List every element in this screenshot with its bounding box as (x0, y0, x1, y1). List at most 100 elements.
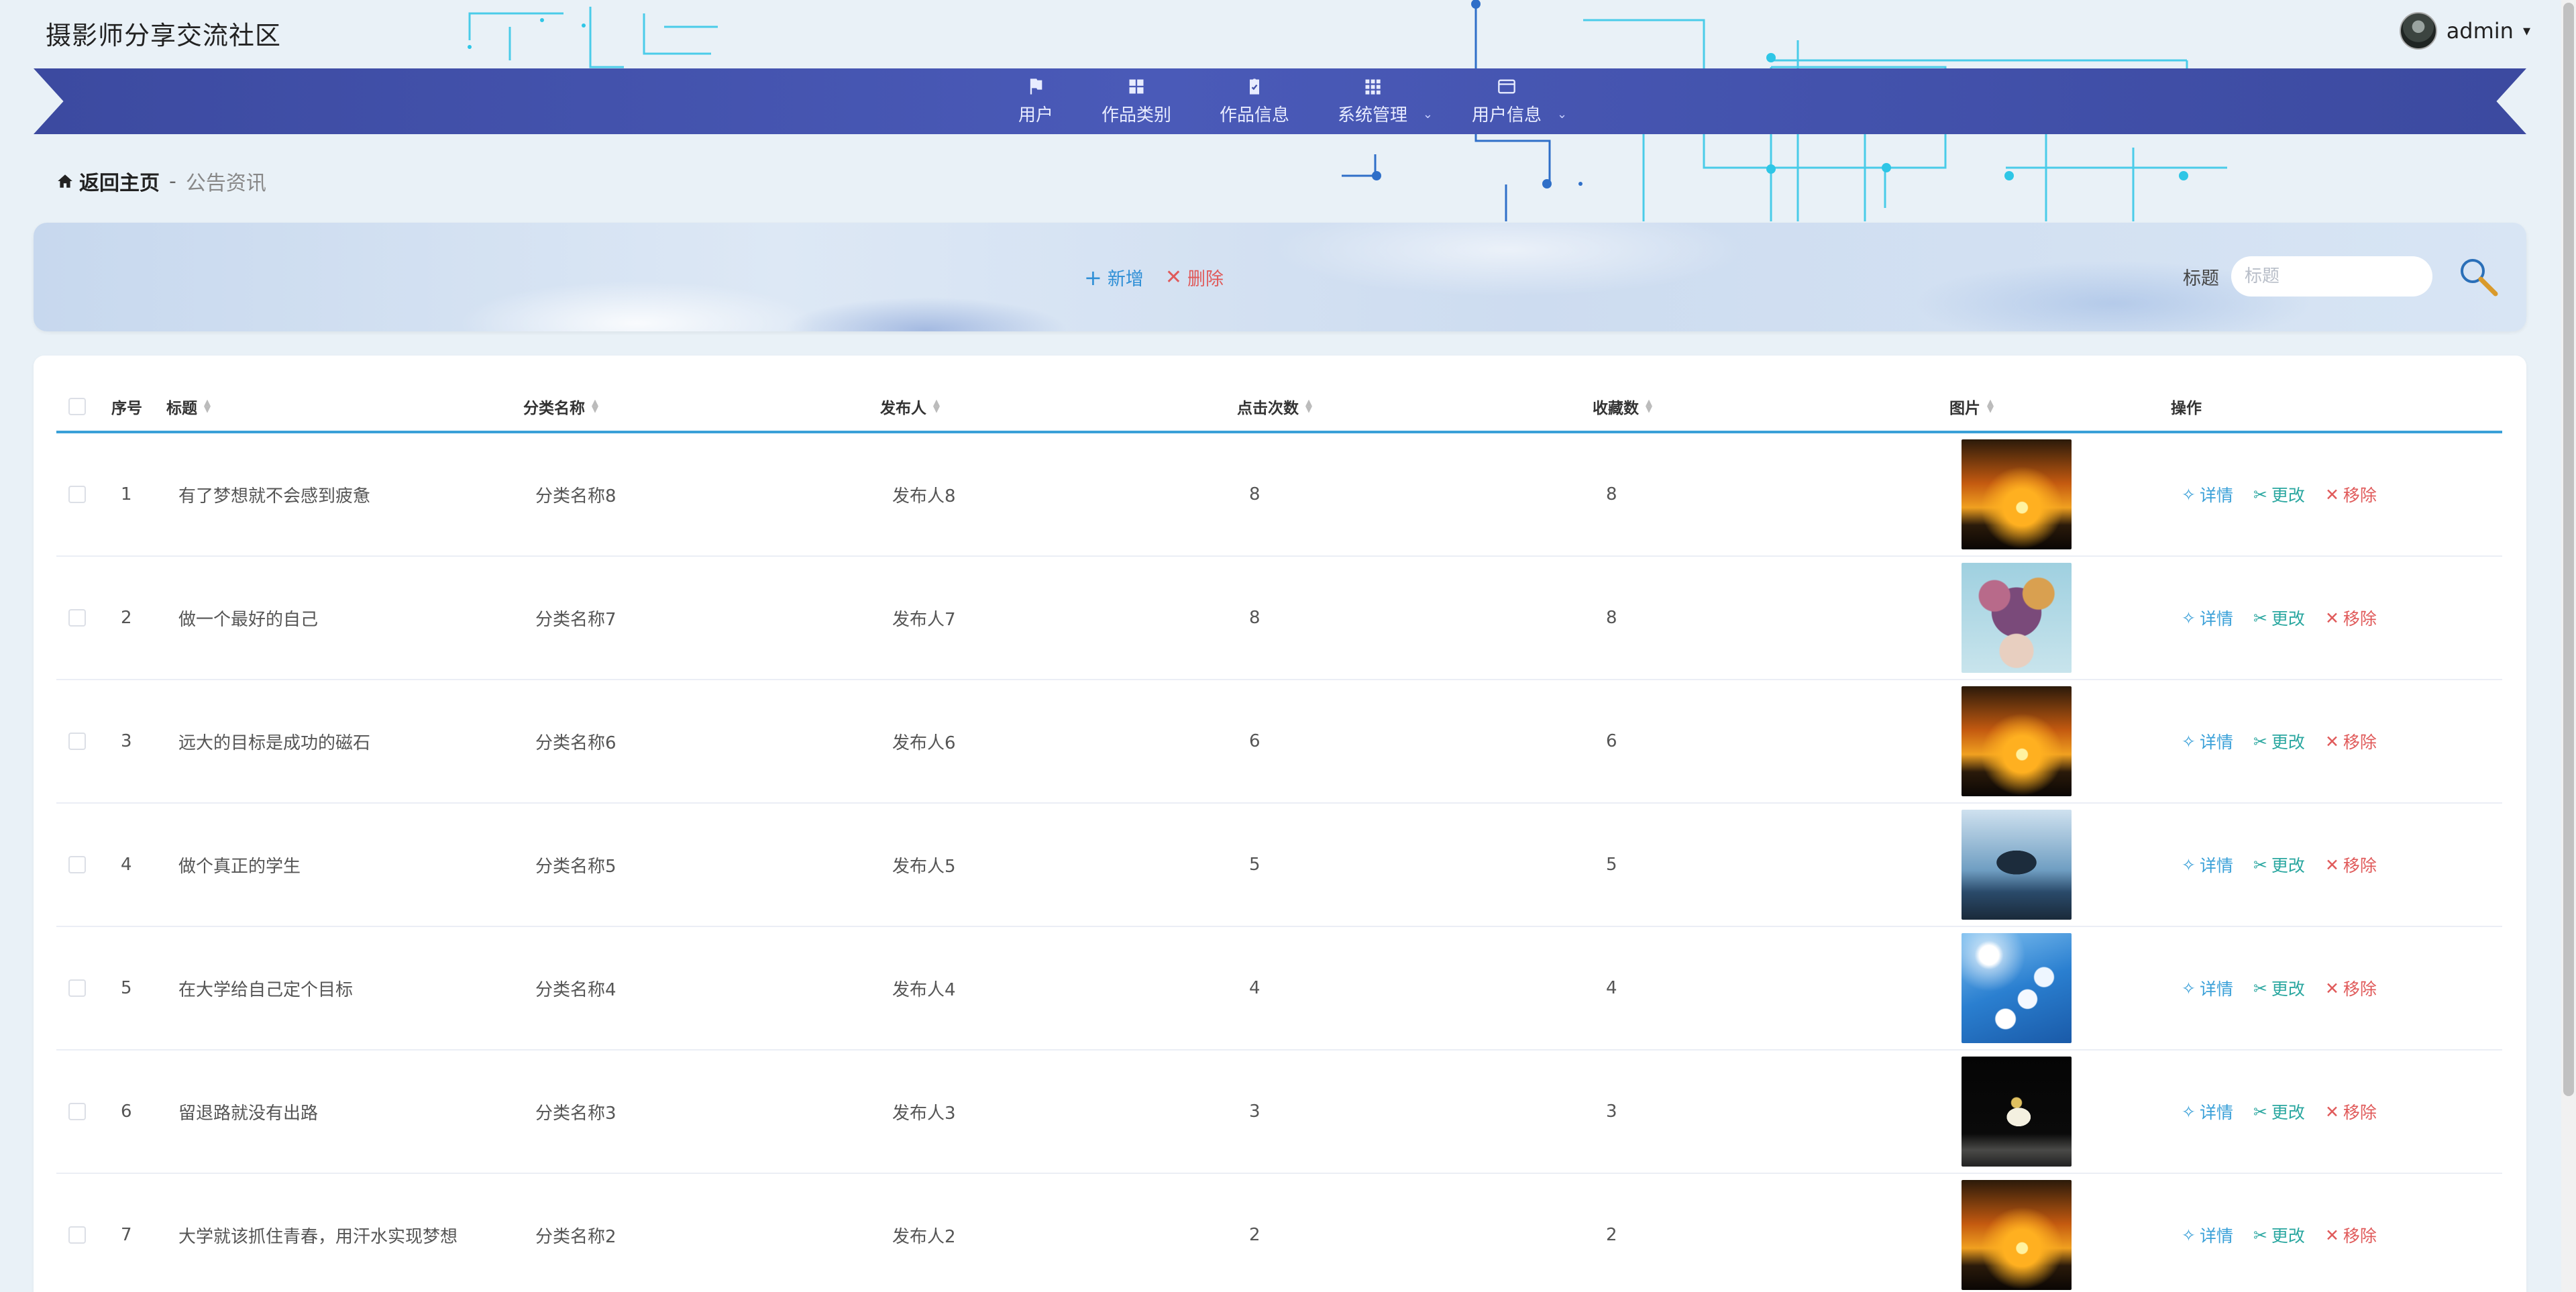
chevron-down-icon: ⌄ (1422, 107, 1434, 121)
row-checkbox[interactable] (68, 1051, 86, 1173)
delete-button[interactable]: ✕ 删除 (1165, 264, 1224, 290)
col-title-label: 标题 (166, 400, 197, 417)
close-icon: ✕ (2324, 731, 2339, 751)
checkbox-box (68, 486, 86, 503)
add-button[interactable]: + 新增 (1084, 264, 1144, 290)
edit-label: 更改 (2271, 856, 2305, 875)
col-index: 序号 (111, 382, 142, 431)
edit-button[interactable]: ✂ 更改 (2253, 853, 2305, 877)
avatar (2399, 12, 2437, 50)
select-all-checkbox[interactable] (68, 382, 86, 431)
cell-clicks: 8 (1249, 484, 1260, 504)
table-row[interactable]: 7 大学就该抓住青春，用汗水实现梦想 分类名称2 发布人2 2 2 ✧ 详情 ✂ 更… (56, 1174, 2502, 1292)
remove-button[interactable]: ✕ 移除 (2325, 976, 2377, 1000)
edit-button[interactable]: ✂ 更改 (2253, 976, 2305, 1000)
remove-button[interactable]: ✕ 移除 (2325, 1099, 2377, 1124)
cell-title: 做个真正的学生 (178, 856, 301, 877)
table-row[interactable]: 6 留退路就没有出路 分类名称3 发布人3 3 3 ✧ 详情 ✂ 更改 ✕ 移除 (56, 1051, 2502, 1174)
cell-title: 有了梦想就不会感到疲惫 (178, 486, 371, 506)
col-image[interactable]: 图片 ▲ ▼ (1949, 382, 1994, 431)
nav-item-label: 系统管理 (1338, 105, 1408, 125)
breadcrumb-home[interactable]: 返回主页 (56, 166, 160, 196)
cell-title: 大学就该抓住青春，用汗水实现梦想 (178, 1226, 458, 1247)
row-checkbox[interactable] (68, 680, 86, 802)
cell-title: 远大的目标是成功的磁石 (178, 733, 371, 753)
search-bar: 标题 (2183, 252, 2502, 301)
cell-publisher: 发布人6 (892, 733, 956, 753)
edit-button[interactable]: ✂ 更改 (2253, 606, 2305, 630)
col-category[interactable]: 分类名称 ▲ ▼ (523, 382, 598, 431)
sort-icon: ▲ ▼ (1987, 398, 1994, 415)
col-favorites[interactable]: 收藏数 ▲ ▼ (1593, 382, 1652, 431)
cell-image (1962, 433, 2072, 555)
nav-item-system-management[interactable]: 系统管理 ⌄ (1313, 68, 1448, 134)
nav-item-work-info[interactable]: 作品信息 (1195, 68, 1313, 134)
edit-button[interactable]: ✂ 更改 (2253, 1223, 2305, 1247)
thumbnail-image (1962, 1057, 2072, 1167)
cell-clicks: 6 (1249, 731, 1260, 751)
row-checkbox[interactable] (68, 557, 86, 679)
edit-button[interactable]: ✂ 更改 (2253, 729, 2305, 753)
edit-button[interactable]: ✂ 更改 (2253, 1099, 2305, 1124)
cell-favorites: 2 (1606, 1225, 1617, 1245)
home-icon (58, 174, 72, 188)
cell-category: 分类名称3 (535, 1103, 616, 1124)
detail-icon: ✧ (2182, 1225, 2196, 1245)
table-row[interactable]: 5 在大学给自己定个目标 分类名称4 发布人4 4 4 ✧ 详情 ✂ 更改 ✕ 移除 (56, 927, 2502, 1051)
remove-button[interactable]: ✕ 移除 (2325, 482, 2377, 506)
row-checkbox[interactable] (68, 804, 86, 926)
col-clicks[interactable]: 点击次数 ▲ ▼ (1237, 382, 1312, 431)
detail-button[interactable]: ✧ 详情 (2182, 853, 2233, 877)
search-input[interactable] (2231, 256, 2432, 297)
table-row[interactable]: 3 远大的目标是成功的磁石 分类名称6 发布人6 6 6 ✧ 详情 ✂ 更改 ✕ 移除 (56, 680, 2502, 804)
detail-icon: ✧ (2182, 978, 2196, 998)
table-row[interactable]: 2 做一个最好的自己 分类名称7 发布人7 8 8 ✧ 详情 ✂ 更改 ✕ 移除 (56, 557, 2502, 680)
scrollbar-thumb[interactable] (2563, 3, 2574, 1096)
sort-icon: ▲ ▼ (204, 398, 211, 415)
remove-button[interactable]: ✕ 移除 (2325, 606, 2377, 630)
detail-icon: ✧ (2182, 484, 2196, 504)
cell-actions: ✧ 详情 ✂ 更改 ✕ 移除 (2182, 680, 2377, 802)
remove-button[interactable]: ✕ 移除 (2325, 1223, 2377, 1247)
user-menu[interactable]: admin ▾ (2399, 12, 2530, 50)
remove-button[interactable]: ✕ 移除 (2325, 853, 2377, 877)
detail-button[interactable]: ✧ 详情 (2182, 1099, 2233, 1124)
col-publisher[interactable]: 发布人 ▲ ▼ (880, 382, 940, 431)
detail-label: 详情 (2199, 979, 2233, 999)
cell-clicks: 4 (1249, 978, 1260, 998)
col-category-label: 分类名称 (523, 400, 585, 417)
cell-index: 7 (121, 1225, 132, 1245)
detail-icon: ✧ (2182, 608, 2196, 628)
nav-item-user-info[interactable]: 用户信息 ⌄ (1448, 68, 1582, 134)
detail-button[interactable]: ✧ 详情 (2182, 1223, 2233, 1247)
breadcrumb-current: 公告资讯 (185, 172, 266, 195)
cell-index: 2 (121, 608, 132, 628)
row-checkbox[interactable] (68, 433, 86, 555)
cell-category: 分类名称5 (535, 856, 616, 877)
cell-image (1962, 1051, 2072, 1173)
search-button[interactable] (2454, 252, 2502, 301)
detail-button[interactable]: ✧ 详情 (2182, 729, 2233, 753)
sort-icon: ▲ ▼ (1646, 398, 1652, 415)
cell-favorites: 5 (1606, 855, 1617, 875)
row-checkbox[interactable] (68, 927, 86, 1049)
detail-button[interactable]: ✧ 详情 (2182, 606, 2233, 630)
nav-item-work-category[interactable]: 作品类别 (1077, 68, 1195, 134)
col-title[interactable]: 标题 ▲ ▼ (166, 382, 211, 431)
col-image-label: 图片 (1949, 400, 1980, 417)
detail-button[interactable]: ✧ 详情 (2182, 482, 2233, 506)
table-row[interactable]: 4 做个真正的学生 分类名称5 发布人5 5 5 ✧ 详情 ✂ 更改 ✕ 移除 (56, 804, 2502, 927)
table-row[interactable]: 1 有了梦想就不会感到疲惫 分类名称8 发布人8 8 8 ✧ 详情 ✂ 更改 ✕ 移除 (56, 433, 2502, 557)
scrollbar[interactable] (2561, 0, 2576, 1292)
nav-item-users[interactable]: 用户 (994, 68, 1077, 134)
checkbox-box (68, 856, 86, 873)
remove-button[interactable]: ✕ 移除 (2325, 729, 2377, 753)
checkbox-box (68, 733, 86, 750)
edit-icon: ✂ (2253, 978, 2267, 998)
detail-button[interactable]: ✧ 详情 (2182, 976, 2233, 1000)
edit-button[interactable]: ✂ 更改 (2253, 482, 2305, 506)
row-checkbox[interactable] (68, 1174, 86, 1292)
remove-label: 移除 (2343, 1103, 2377, 1122)
edit-label: 更改 (2271, 486, 2305, 505)
cell-actions: ✧ 详情 ✂ 更改 ✕ 移除 (2182, 927, 2377, 1049)
